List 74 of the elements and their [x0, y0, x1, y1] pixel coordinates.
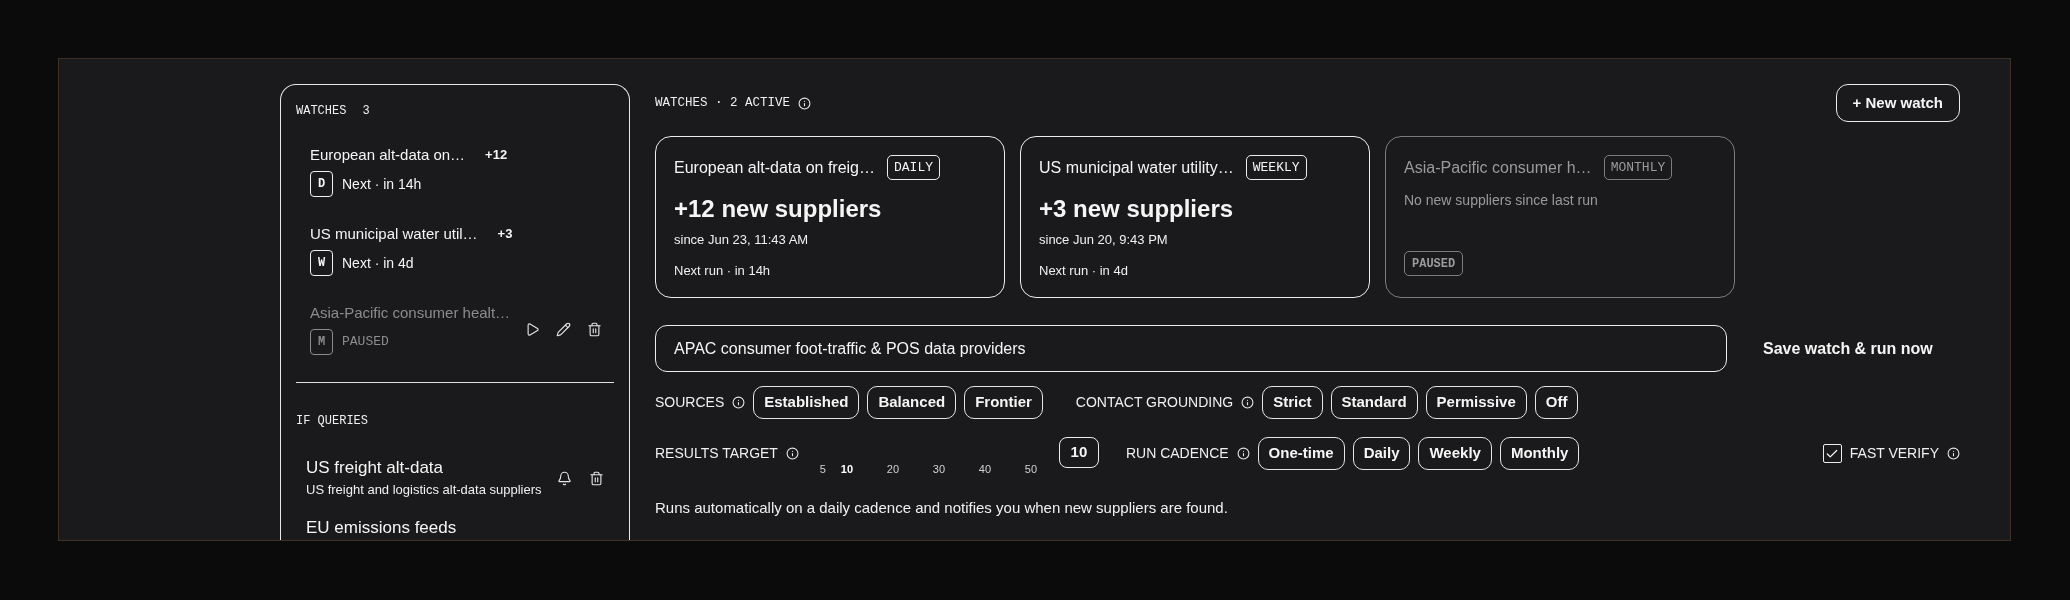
info-icon[interactable] — [1947, 447, 1960, 460]
query-subtitle: US freight and logistics alt-data suppliers — [306, 482, 542, 498]
watch-status: Next · in 4d — [342, 253, 414, 273]
section-heading: IF QUERIES — [296, 414, 369, 428]
option-chip[interactable]: Balanced — [867, 386, 957, 419]
field-label: CONTACT GROUNDING — [1075, 393, 1234, 412]
card-next-run: Next run · in 14h — [674, 263, 771, 279]
option-chip[interactable]: Daily — [1352, 437, 1411, 470]
delete-icon[interactable] — [589, 470, 604, 486]
cadence-badge: DAILY — [887, 155, 941, 180]
field-label: RESULTS TARGET — [655, 444, 778, 463]
cadence-badge: MONTHLY — [1603, 155, 1673, 180]
new-count: +3 — [497, 225, 513, 244]
field-label: SOURCES — [655, 393, 725, 412]
delete-icon[interactable] — [587, 322, 602, 337]
section-heading: WATCHES — [296, 104, 347, 118]
card-title: Asia-Pacific consumer h… — [1404, 157, 1592, 178]
card-title: European alt-data on freig… — [674, 157, 875, 178]
card-since: since Jun 20, 9:43 PM — [1039, 232, 1168, 248]
option-chip[interactable]: Weekly — [1418, 437, 1492, 470]
cadence-badge: D — [310, 171, 333, 197]
option-chip[interactable]: Standard — [1330, 386, 1418, 419]
play-icon[interactable] — [525, 322, 540, 337]
query-title[interactable]: US freight alt-data — [306, 458, 443, 477]
watch-title[interactable]: Asia-Pacific consumer healt… — [310, 301, 511, 325]
slider-tick-label: 5 — [818, 463, 827, 476]
info-icon[interactable] — [1236, 447, 1250, 460]
card-title: US municipal water utility… — [1039, 157, 1234, 178]
info-icon[interactable] — [785, 447, 799, 460]
info-icon[interactable] — [798, 96, 812, 110]
option-chip[interactable]: Strict — [1262, 386, 1323, 419]
new-count: +12 — [485, 146, 508, 165]
option-chip[interactable]: Permissive — [1425, 386, 1527, 419]
description-text: Runs automatically on a daily cadence and notifies you when new suppliers are found. — [655, 499, 1228, 517]
slider-tick-label: 30 — [931, 463, 947, 476]
slider-tick-label: 40 — [977, 463, 993, 476]
info-icon[interactable] — [732, 396, 746, 409]
option-chip[interactable]: Established — [753, 386, 860, 419]
watch-card[interactable]: US municipal water utility… WEEKLY +3 new suppliers since Jun 20, 9:43 PM Next run · in 4d — [1020, 136, 1370, 298]
field-label: RUN CADENCE — [1125, 444, 1229, 463]
option-chip[interactable]: One-time — [1257, 437, 1345, 470]
card-headline: +12 new suppliers — [674, 195, 882, 223]
card-next-run: Next run · in 4d — [1039, 263, 1128, 279]
bell-icon[interactable] — [557, 470, 572, 486]
slider-tick-label: 20 — [885, 463, 901, 476]
watch-title[interactable]: US municipal water util… — [310, 222, 478, 246]
info-icon[interactable] — [1241, 396, 1255, 409]
slider-tick-label: 50 — [1023, 463, 1039, 476]
query-input[interactable]: APAC consumer foot-traffic & POS data providers — [655, 325, 1727, 372]
edit-icon[interactable] — [556, 322, 571, 337]
status-badge: PAUSED — [1404, 251, 1464, 276]
cadence-badge: W — [310, 250, 333, 276]
new-watch-button[interactable]: + New watch — [1835, 84, 1960, 122]
card-since: since Jun 23, 11:43 AM — [674, 232, 809, 248]
watch-card[interactable]: Asia-Pacific consumer h… MONTHLY No new suppliers since last run PAUSED — [1385, 136, 1735, 298]
watch-status: PAUSED — [342, 333, 389, 352]
target-value-field[interactable]: 10 — [1058, 437, 1099, 468]
option-chip[interactable]: Off — [1534, 386, 1579, 419]
option-chip[interactable]: Monthly — [1499, 437, 1580, 470]
cadence-badge: WEEKLY — [1245, 155, 1307, 180]
checkbox[interactable] — [1822, 444, 1842, 463]
section-heading: WATCHES · 2 ACTIVE — [655, 94, 791, 112]
query-title[interactable]: EU emissions feeds — [306, 518, 457, 537]
save-run-button[interactable]: Save watch & run now — [1745, 325, 1951, 372]
slider-tick-label: 10 — [839, 463, 855, 476]
option-chip[interactable]: Frontier — [964, 386, 1043, 419]
watch-card[interactable]: European alt-data on freig… DAILY +12 new suppliers since Jun 23, 11:43 AM Next run · in 14h — [655, 136, 1005, 298]
watch-title[interactable]: European alt-data on… — [310, 143, 466, 167]
count-label: 3 — [362, 104, 370, 118]
watch-status: Next · in 14h — [342, 174, 422, 194]
field-label: FAST VERIFY — [1849, 444, 1939, 463]
cadence-badge: M — [310, 329, 333, 355]
card-message: No new suppliers since last run — [1404, 192, 1598, 209]
card-headline: +3 new suppliers — [1039, 195, 1234, 223]
